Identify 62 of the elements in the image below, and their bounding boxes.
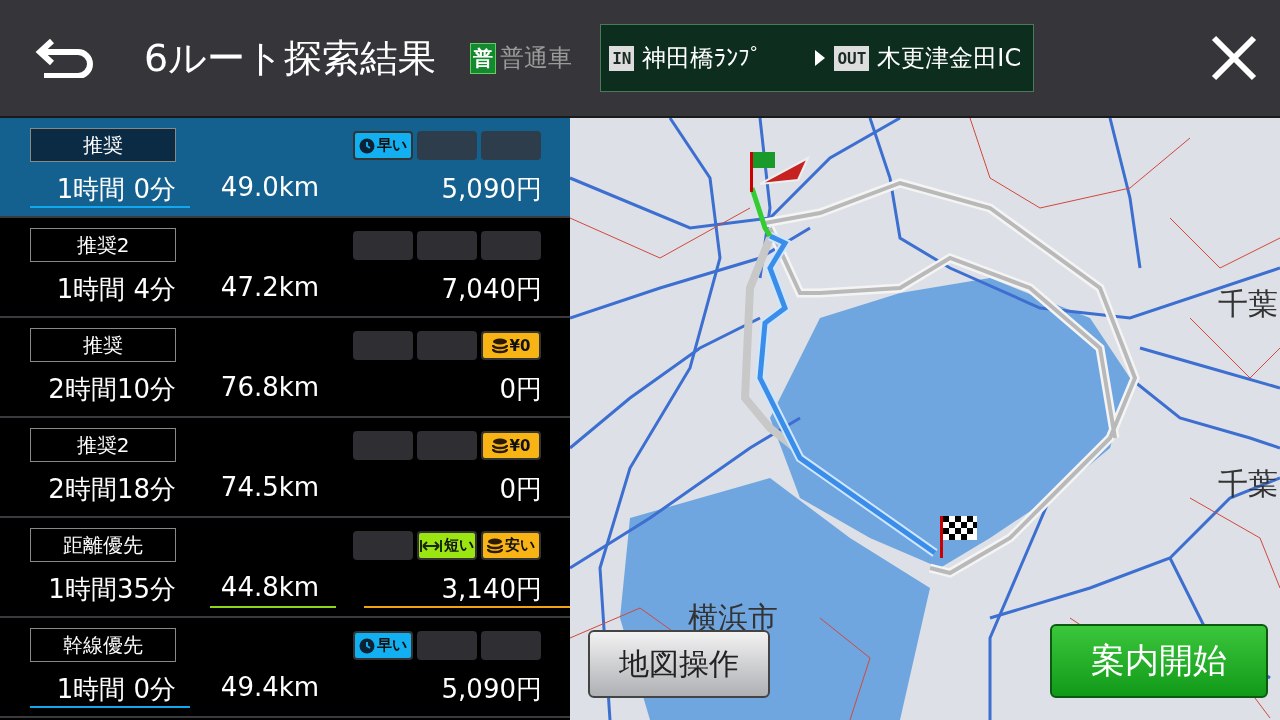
empty-badge-slot (481, 231, 541, 260)
toll-fee: 5,090円 (440, 673, 543, 706)
close-button[interactable] (1210, 34, 1258, 82)
route-badge: 短い (417, 531, 477, 560)
exit-ic: 木更津金田IC (877, 43, 1022, 74)
empty-badge-slot (417, 631, 477, 660)
travel-time: 1時間 0分 (30, 666, 190, 708)
route-badge: ¥0 (481, 331, 541, 360)
empty-badge-slot (353, 431, 413, 460)
route-distance: 76.8km (219, 371, 321, 404)
route-distance: 74.5km (219, 471, 321, 504)
empty-badge-slot (481, 631, 541, 660)
entry-tag: IN (609, 45, 635, 71)
toll-fee: 7,040円 (440, 273, 543, 306)
route-row[interactable]: 推奨 早い 1時間 0分 49.0km 5,090円 (0, 118, 570, 218)
route-type-label: 推奨 (30, 128, 176, 162)
entry-ic: 神田橋ﾗﾝﾌﾟ (642, 43, 763, 74)
vehicle-badge: 普 (470, 42, 497, 74)
route-type-label: 距離優先 (30, 528, 176, 562)
travel-time: 1時間 0分 (30, 166, 190, 208)
map-control-button[interactable]: 地図操作 (588, 630, 770, 698)
empty-badge-slot (417, 331, 477, 360)
route-distance: 49.0km (219, 171, 321, 204)
route-distance: 49.4km (219, 671, 321, 704)
close-icon (1210, 34, 1258, 82)
screen-title: 6ルート探索結果 (144, 34, 437, 82)
empty-badge-slot (353, 231, 413, 260)
coin-stack-icon (491, 437, 508, 454)
clock-icon (359, 637, 375, 654)
empty-badge-slot (417, 131, 477, 160)
exit-tag: OUT (834, 45, 870, 71)
route-type-label: 推奨2 (30, 228, 176, 262)
coin-stack-icon (487, 537, 503, 554)
empty-badge-slot (417, 431, 477, 460)
back-arrow-icon (34, 38, 96, 78)
toll-fee: 5,090円 (440, 173, 543, 206)
route-badge: ¥0 (481, 431, 541, 460)
empty-badge-slot (481, 131, 541, 160)
route-type-label: 推奨 (30, 328, 176, 362)
route-badge: 早い (353, 631, 413, 660)
route-distance: 47.2km (219, 271, 321, 304)
toll-fee: 0円 (498, 473, 543, 506)
map-place-label: 千葉 (1218, 285, 1278, 323)
route-badge: 安い (481, 531, 541, 560)
travel-time: 2時間18分 (47, 473, 177, 506)
route-type-label: 幹線優先 (30, 628, 176, 662)
triangle-icon (814, 49, 827, 67)
empty-badge-slot (353, 331, 413, 360)
travel-time: 1時間35分 (47, 573, 177, 606)
vehicle-type: 普通車 (500, 43, 573, 74)
empty-badge-slot (417, 231, 477, 260)
travel-time: 2時間10分 (47, 373, 177, 406)
route-type-label: 推奨2 (30, 428, 176, 462)
back-button[interactable] (34, 38, 96, 78)
toll-fee: 0円 (498, 373, 543, 406)
route-badge: 早い (353, 131, 413, 160)
empty-badge-slot (353, 531, 413, 560)
travel-time: 1時間 4分 (55, 273, 177, 306)
width-arrows-icon (420, 538, 442, 553)
route-distance: 44.8km (210, 566, 336, 608)
clock-icon (359, 137, 375, 154)
coin-stack-icon (491, 337, 508, 354)
